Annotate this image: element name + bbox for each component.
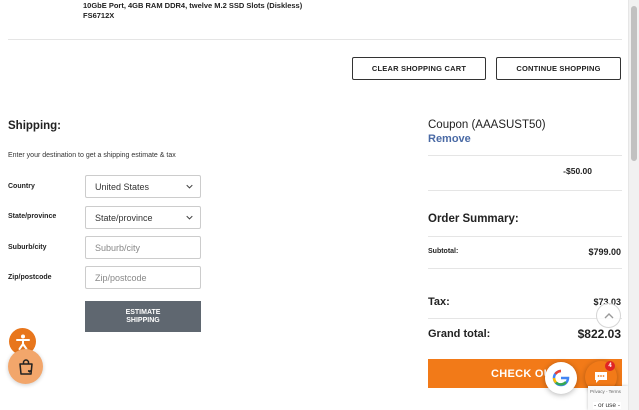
country-label: Country <box>8 183 35 190</box>
tax-label: Tax: <box>428 296 450 308</box>
continue-shopping-button[interactable]: CONTINUE SHOPPING <box>496 57 621 80</box>
divider <box>428 155 622 156</box>
estimate-shipping-button[interactable]: ESTIMATE SHIPPING <box>85 301 201 332</box>
divider <box>428 318 622 319</box>
city-label: Suburb/city <box>8 244 47 251</box>
estimate-label-line1: ESTIMATE <box>125 308 161 316</box>
chat-badge: 4 <box>605 361 615 371</box>
country-value: United States <box>95 181 150 192</box>
divider <box>428 190 622 191</box>
shopping-bag-button[interactable] <box>8 349 43 384</box>
coupon-title: Coupon (AAASUST50) <box>428 119 546 131</box>
recaptcha-text: Privacy - Terms <box>590 389 621 394</box>
order-summary-title: Order Summary: <box>428 213 519 225</box>
shipping-title: Shipping: <box>8 120 62 132</box>
scrollbar-thumb[interactable] <box>631 6 637 161</box>
scroll-to-top-button[interactable] <box>596 303 621 328</box>
coupon-remove-link[interactable]: Remove <box>428 133 471 145</box>
city-input[interactable]: Suburb/city <box>85 236 201 259</box>
divider <box>8 39 622 40</box>
google-icon <box>552 369 570 387</box>
zip-label: Zip/postcode <box>8 274 52 281</box>
state-select[interactable]: State/province <box>85 206 201 229</box>
divider <box>428 268 622 269</box>
accessibility-icon <box>15 334 30 350</box>
coupon-amount: -$50.00 <box>563 166 592 176</box>
state-label: State/province <box>8 213 57 220</box>
google-reviews-button[interactable] <box>545 362 577 394</box>
zip-input[interactable]: Zip/postcode <box>85 266 201 289</box>
product-description: 10GbE Port, 4GB RAM DDR4, twelve M.2 SSD… <box>83 1 303 10</box>
estimate-label-line2: SHIPPING <box>126 316 160 324</box>
product-sku: FS6712X <box>83 11 115 20</box>
divider <box>428 236 622 237</box>
subtotal-value: $799.00 <box>588 247 621 257</box>
shipping-hint: Enter your destination to get a shipping… <box>8 152 176 159</box>
chevron-up-icon <box>604 312 613 318</box>
subtotal-label: Subtotal: <box>428 248 459 255</box>
chevron-down-icon <box>186 184 193 189</box>
or-use-text: - or use - <box>593 402 622 409</box>
country-select[interactable]: United States <box>85 175 201 198</box>
clear-cart-button[interactable]: CLEAR SHOPPING CART <box>352 57 486 80</box>
state-value: State/province <box>95 212 153 223</box>
grand-total-value: $822.03 <box>577 327 621 341</box>
chevron-down-icon <box>186 215 193 220</box>
chat-icon <box>595 372 607 383</box>
shopping-bag-icon <box>18 358 33 375</box>
grand-total-label: Grand total: <box>428 328 491 340</box>
